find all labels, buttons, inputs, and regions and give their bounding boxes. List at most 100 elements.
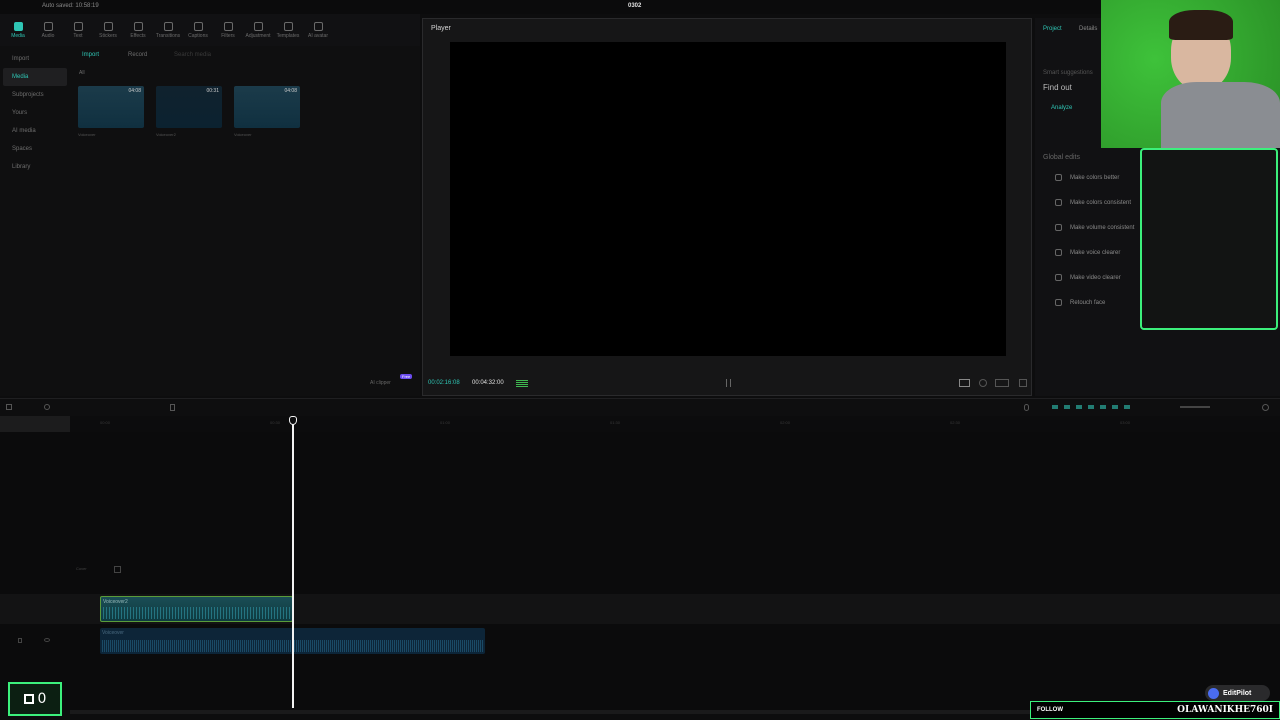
video-canvas[interactable]	[450, 42, 1006, 356]
smart-suggestions-title: Smart suggestions	[1043, 70, 1093, 76]
free-badge: Free	[400, 374, 413, 379]
tool-text[interactable]: Text	[64, 14, 92, 46]
analyze-button[interactable]: Analyze	[1051, 105, 1072, 111]
tool-filters[interactable]: Filters	[214, 14, 242, 46]
cover-label[interactable]: Cover	[76, 566, 87, 571]
edit-label: Make volume consistent	[1070, 224, 1135, 231]
tool-templates[interactable]: Templates	[274, 14, 302, 46]
player-title: Player	[431, 25, 451, 32]
import-button[interactable]: Import	[82, 52, 99, 58]
snap-toggles[interactable]	[1052, 405, 1132, 409]
transitions-icon	[163, 21, 173, 31]
audio-icon	[43, 21, 53, 31]
fit-icon[interactable]	[1262, 404, 1269, 411]
clip-waveform	[103, 607, 290, 619]
follow-label: FOLLOW	[1037, 707, 1063, 713]
tool-label: Adjustment	[245, 32, 271, 39]
edit-make-colors-better[interactable]: Make colors better	[1055, 174, 1119, 181]
tool-transitions[interactable]: Transitions	[154, 14, 182, 46]
facecam-frame	[1140, 148, 1278, 330]
clip-label: Voiceover	[102, 630, 124, 636]
media-thumbnail[interactable]: 00:31	[156, 86, 222, 128]
tool-effects[interactable]: Effects	[124, 14, 152, 46]
ruler-mark: 01:00	[440, 420, 451, 425]
timeline-ruler[interactable]: 00:00 00:30 01:00 01:30 02:00 02:30 03:0…	[0, 416, 1280, 432]
edit-retouch-face[interactable]: Retouch face	[1055, 299, 1105, 306]
sidebar-item-ai-media[interactable]: AI media	[3, 122, 67, 140]
sidebar-item-spaces[interactable]: Spaces	[3, 140, 67, 158]
sticker-icon	[103, 21, 113, 31]
playhead[interactable]	[292, 418, 294, 708]
thumb-label: Voiceover	[234, 132, 252, 137]
media-thumbnail[interactable]: 04:08	[78, 86, 144, 128]
hd-icon	[1055, 274, 1062, 281]
pause-icon[interactable]	[726, 379, 731, 387]
timecode-menu-icon[interactable]	[516, 380, 528, 387]
ruler-mark: 02:30	[950, 420, 961, 425]
magic-wand-icon	[1055, 174, 1062, 181]
playhead-handle[interactable]	[289, 416, 297, 425]
lock-icon[interactable]	[18, 638, 22, 643]
tab-project[interactable]: Project	[1043, 26, 1062, 32]
global-edits-title: Global edits	[1043, 154, 1080, 161]
edit-make-voice-clearer[interactable]: Make voice clearer	[1055, 249, 1120, 256]
thumb-duration: 04:08	[284, 88, 297, 94]
follow-banner: FOLLOW OLAWANIKHE760I	[1030, 701, 1280, 719]
quality-icon[interactable]	[995, 379, 1009, 387]
record-button[interactable]: Record	[128, 52, 147, 58]
sliders-icon	[1055, 224, 1062, 231]
mic-icon[interactable]	[1024, 404, 1029, 411]
player-panel: Player 00:02:16:08 00:04:32:00	[422, 18, 1032, 396]
undo-icon[interactable]	[44, 404, 50, 410]
edit-make-colors-consistent[interactable]: Make colors consistent	[1055, 199, 1131, 206]
ratio-icon[interactable]	[959, 379, 970, 387]
ruler-mark: 00:30	[270, 420, 281, 425]
tool-label: Transitions	[155, 32, 181, 39]
editpilot-label: EditPilot	[1223, 689, 1252, 697]
hair	[1169, 10, 1233, 40]
tool-adjustment[interactable]: Adjustment	[244, 14, 272, 46]
tool-stickers[interactable]: Stickers	[94, 14, 122, 46]
tool-captions[interactable]: Captions	[184, 14, 212, 46]
zoom-slider[interactable]	[1180, 406, 1210, 408]
editpilot-badge[interactable]: EditPilot	[1205, 685, 1270, 701]
tool-ai-avatar[interactable]: AI avatar	[304, 14, 332, 46]
thumb-duration: 00:31	[206, 88, 219, 94]
ai-clipper-button[interactable]: AI clipper	[370, 380, 391, 386]
main-toolbar: Media Audio Text Stickers Effects Transi…	[0, 14, 420, 46]
marker-icon[interactable]	[170, 404, 175, 411]
tab-details[interactable]: Details	[1079, 26, 1097, 32]
sidebar-item-media[interactable]: Media	[3, 68, 67, 86]
tool-label: AI avatar	[307, 32, 328, 39]
media-thumbnail[interactable]: 04:08	[234, 86, 300, 128]
zoom-icon[interactable]	[979, 379, 987, 387]
sidebar-item-subprojects[interactable]: Subprojects	[3, 86, 67, 104]
project-name: 0302	[628, 3, 642, 9]
search-input[interactable]: Search media	[174, 52, 211, 58]
sidebar-item-yours[interactable]: Yours	[3, 104, 67, 122]
audio-visibility-icon[interactable]	[44, 638, 50, 642]
filter-all[interactable]: All	[79, 70, 85, 76]
tool-audio[interactable]: Audio	[34, 14, 62, 46]
timeline-tracks: Cover	[0, 432, 1280, 710]
select-icon[interactable]	[6, 404, 12, 410]
ruler-header	[0, 416, 70, 432]
ruler-mark: 03:00	[1120, 420, 1131, 425]
edit-make-volume-consistent[interactable]: Make volume consistent	[1055, 224, 1134, 231]
cover-icon[interactable]	[114, 566, 121, 573]
tool-media[interactable]: Media	[4, 14, 32, 46]
face-icon	[1055, 299, 1062, 306]
captions-icon	[193, 21, 203, 31]
ruler-mark: 01:30	[610, 420, 621, 425]
edit-make-video-clearer[interactable]: Make video clearer	[1055, 274, 1121, 281]
sidebar-item-library[interactable]: Library	[3, 158, 67, 176]
timeline-toolbar	[0, 398, 1280, 416]
voice-icon	[1055, 249, 1062, 256]
thumb-duration: 04:08	[128, 88, 141, 94]
sidebar-item-import[interactable]: Import	[3, 50, 67, 68]
ruler-mark: 00:00	[100, 420, 111, 425]
timeline-clip-video[interactable]: Voiceover2	[100, 596, 293, 622]
fullscreen-icon[interactable]	[1019, 379, 1027, 387]
total-timecode: 00:04:32:00	[472, 380, 504, 386]
edit-label: Make colors consistent	[1070, 199, 1132, 206]
